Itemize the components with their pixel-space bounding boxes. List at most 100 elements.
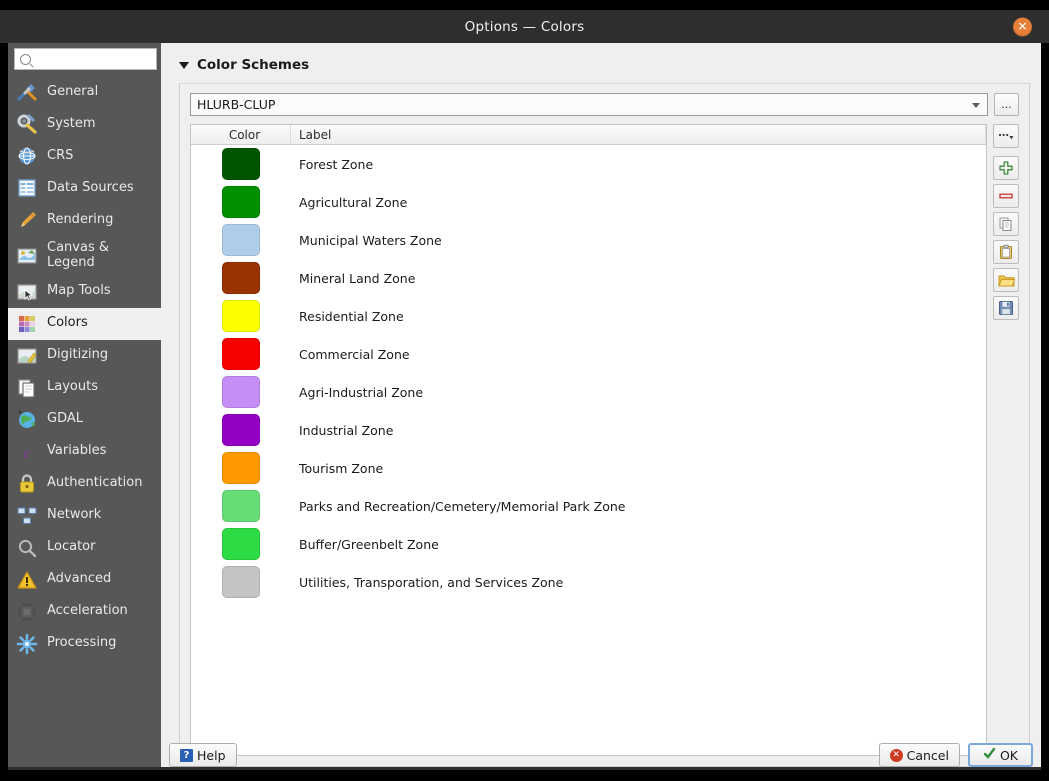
sidebar-item-general[interactable]: General [8,76,161,108]
cancel-button-label: Cancel [906,747,949,763]
color-cell[interactable] [191,300,291,332]
color-label-cell[interactable]: Residential Zone [291,309,986,324]
sidebar-item-data-sources[interactable]: Data Sources [8,172,161,204]
ok-button[interactable]: OK [967,743,1033,767]
table-row[interactable]: Parks and Recreation/Cemetery/Memorial P… [191,487,986,525]
color-swatch[interactable] [222,338,260,370]
color-cell[interactable] [191,452,291,484]
help-button[interactable]: ? Help [169,743,237,767]
color-swatch[interactable] [222,300,260,332]
table-row[interactable]: Tourism Zone [191,449,986,487]
sidebar-item-gdal[interactable]: GDAL [8,404,161,436]
sidebar-item-layouts[interactable]: Layouts [8,372,161,404]
color-cell[interactable] [191,224,291,256]
color-cell[interactable] [191,528,291,560]
ok-button-label: OK [999,747,1018,763]
color-label-cell[interactable]: Municipal Waters Zone [291,233,986,248]
color-label-cell[interactable]: Industrial Zone [291,423,986,438]
color-cell[interactable] [191,414,291,446]
column-header-color[interactable]: Color [191,125,291,144]
copy-colors-button[interactable] [993,212,1019,236]
color-cell[interactable] [191,338,291,370]
sidebar-item-authentication[interactable]: Authentication [8,468,161,500]
color-swatch[interactable] [222,186,260,218]
color-label-cell[interactable]: Tourism Zone [291,461,986,476]
sidebar-item-map-tools[interactable]: Map Tools [8,276,161,308]
table-row[interactable]: Commercial Zone [191,335,986,373]
color-swatch[interactable] [222,224,260,256]
color-label-cell[interactable]: Agri-Industrial Zone [291,385,986,400]
sidebar-item-digitizing[interactable]: Digitizing [8,340,161,372]
table-row[interactable]: Municipal Waters Zone [191,221,986,259]
sidebar-item-crs[interactable]: CRS [8,140,161,172]
sidebar-item-acceleration[interactable]: Acceleration [8,596,161,628]
sidebar-item-label: Authentication [47,475,143,491]
color-scheme-select[interactable]: HLURB-CLUP [190,93,988,116]
search-box[interactable] [14,48,186,70]
color-swatch[interactable] [222,148,260,180]
export-colors-button[interactable] [993,296,1019,320]
sidebar-item-canvas-legend[interactable]: Canvas & Legend [8,236,161,276]
sidebar-item-processing[interactable]: Processing [8,628,161,660]
scheme-options-button[interactable]: ... [994,93,1019,116]
add-color-button[interactable] [993,156,1019,180]
paste-colors-button[interactable] [993,240,1019,264]
color-cell[interactable] [191,262,291,294]
sidebar-item-system[interactable]: System [8,108,161,140]
svg-text:ε: ε [23,443,30,462]
sidebar-item-label: Advanced [47,571,112,587]
network-computers-icon [16,505,38,527]
color-schemes-group-header[interactable]: Color Schemes [179,57,1030,73]
sidebar-item-colors[interactable]: Colors [8,307,161,340]
import-colors-button[interactable] [993,268,1019,292]
table-row[interactable]: Agricultural Zone [191,183,986,221]
color-swatch[interactable] [222,262,260,294]
color-swatch[interactable] [222,490,260,522]
chevron-down-icon [972,102,980,108]
table-header-row: Color Label [191,125,986,145]
sidebar-item-network[interactable]: Network [8,500,161,532]
color-cell[interactable] [191,566,291,598]
sidebar-item-rendering[interactable]: Rendering [8,204,161,236]
table-row[interactable]: Buffer/Greenbelt Zone [191,525,986,563]
sidebar: General System CRS Data Sources Rendering Can… [8,43,186,767]
color-label-cell[interactable]: Parks and Recreation/Cemetery/Memorial P… [291,499,986,514]
open-folder-icon [997,273,1015,288]
color-label-cell[interactable]: Mineral Land Zone [291,271,986,286]
remove-color-button[interactable] [993,184,1019,208]
color-label-cell[interactable]: Utilities, Transporation, and Services Z… [291,575,986,590]
color-cell[interactable] [191,376,291,408]
green-plus-icon [998,160,1014,176]
table-row[interactable]: Mineral Land Zone [191,259,986,297]
sidebar-item-advanced[interactable]: Advanced [8,564,161,596]
color-cell[interactable] [191,148,291,180]
collapse-triangle-icon[interactable] [179,61,189,69]
table-row[interactable]: Agri-Industrial Zone [191,373,986,411]
color-cell[interactable] [191,186,291,218]
options-menu-button[interactable] [993,124,1019,148]
paste-clipboard-icon [998,244,1014,260]
color-cell[interactable] [191,490,291,522]
column-header-label[interactable]: Label [291,125,986,144]
table-row[interactable]: Residential Zone [191,297,986,335]
sidebar-item-label: Processing [47,635,117,651]
table-row[interactable]: Forest Zone [191,145,986,183]
table-row[interactable]: Industrial Zone [191,411,986,449]
color-label-cell[interactable]: Agricultural Zone [291,195,986,210]
cancel-button[interactable]: ✕ Cancel [878,743,960,767]
dialog-body: General System CRS Data Sources Rendering Can… [8,43,1041,770]
color-swatch[interactable] [222,528,260,560]
color-swatch[interactable] [222,376,260,408]
warning-triangle-icon [16,569,38,591]
sidebar-item-label: Canvas & Legend [47,240,109,270]
color-label-cell[interactable]: Commercial Zone [291,347,986,362]
table-row[interactable]: Utilities, Transporation, and Services Z… [191,563,986,601]
color-swatch[interactable] [222,452,260,484]
color-label-cell[interactable]: Forest Zone [291,157,986,172]
sidebar-item-locator[interactable]: Locator [8,532,161,564]
sidebar-item-variables[interactable]: ε Variables [8,436,161,468]
close-icon[interactable]: ✕ [1013,17,1032,36]
color-label-cell[interactable]: Buffer/Greenbelt Zone [291,537,986,552]
color-swatch[interactable] [222,414,260,446]
color-swatch[interactable] [222,566,260,598]
